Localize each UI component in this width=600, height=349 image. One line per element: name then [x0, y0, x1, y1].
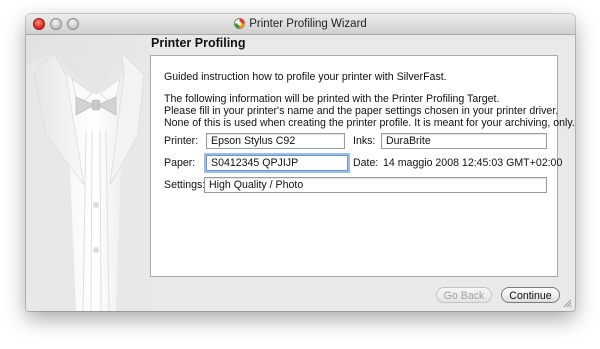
paper-field[interactable]: S0412345 QPJIJP	[206, 155, 348, 171]
inks-label: Inks:	[353, 135, 376, 147]
info-line: None of this is used when creating the p…	[164, 117, 575, 129]
printer-field[interactable]: Epson Stylus C92	[206, 133, 345, 149]
page-heading: Printer Profiling	[151, 36, 246, 50]
window-title-area: Printer Profiling Wizard	[26, 16, 575, 32]
printer-label: Printer:	[164, 135, 199, 147]
info-line: The following information will be printe…	[164, 93, 500, 105]
date-label: Date:	[353, 157, 379, 169]
settings-label: Settings:	[164, 179, 206, 191]
resize-grip-icon[interactable]	[562, 298, 572, 308]
paper-label: Paper:	[164, 157, 196, 169]
date-value: 14 maggio 2008 12:45:03 GMT+02:00	[383, 157, 563, 169]
go-back-button[interactable]: Go Back	[436, 287, 492, 303]
content-panel: Guided instruction how to profile your p…	[150, 55, 575, 277]
wizard-window: Printer Profiling Wizard Printer Profili…	[26, 14, 575, 311]
title-bar[interactable]: Printer Profiling Wizard	[26, 14, 575, 35]
tuxedo-illustration	[26, 35, 150, 311]
inks-field[interactable]: DuraBrite	[381, 133, 547, 149]
info-line: Please fill in your printer's name and t…	[164, 105, 559, 117]
app-icon	[234, 18, 246, 29]
window-title: Printer Profiling Wizard	[249, 18, 367, 30]
settings-field[interactable]: High Quality / Photo	[204, 177, 547, 193]
continue-button[interactable]: Continue	[501, 287, 560, 303]
intro-text: Guided instruction how to profile your p…	[164, 71, 447, 83]
